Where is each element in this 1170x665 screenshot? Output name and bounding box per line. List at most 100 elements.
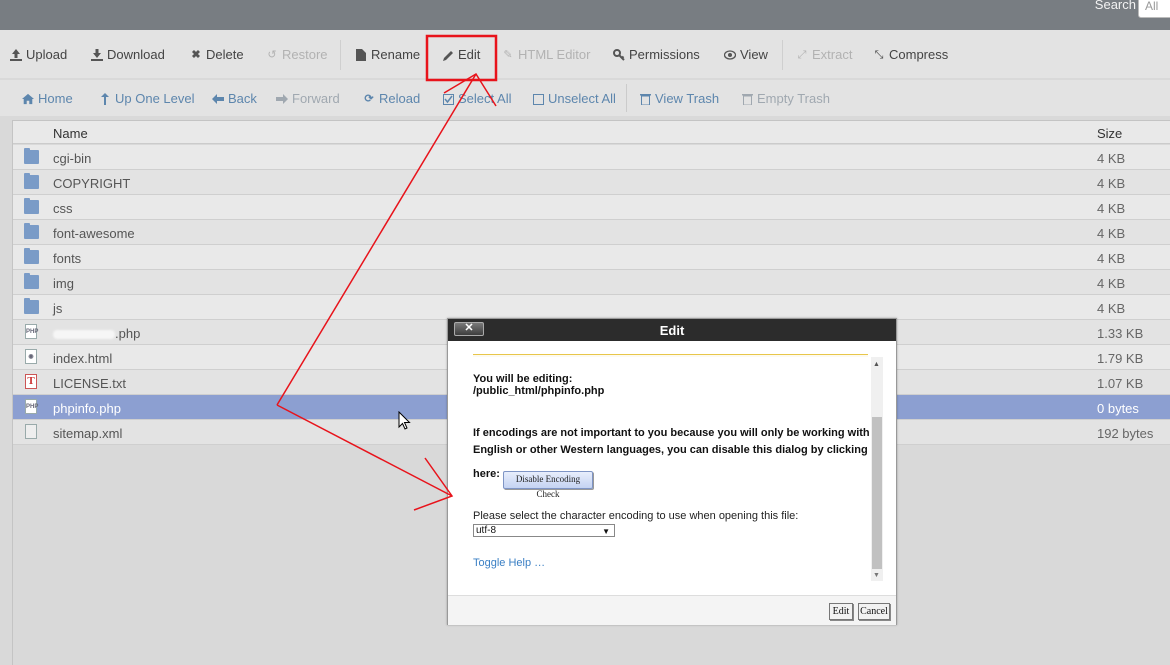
dialog-edit-button[interactable]: Edit — [829, 603, 853, 620]
file-icon — [355, 49, 367, 61]
disable-encoding-check-button[interactable]: Disable Encoding Check — [503, 471, 593, 499]
table-row[interactable]: cgi-bin 4 KB — [13, 145, 1170, 170]
dialog-body: You will be editing: /public_html/phpinf… — [450, 343, 883, 593]
up-one-level-label: Up One Level — [115, 91, 195, 106]
undo-icon: ↺ — [267, 49, 277, 61]
table-row[interactable]: js 4 KB — [13, 295, 1170, 320]
upload-icon — [10, 49, 22, 61]
refresh-icon: ⟳ — [364, 93, 374, 105]
file-size: 4 KB — [1097, 201, 1126, 216]
view-label: View — [740, 47, 768, 62]
dialog-cancel-button[interactable]: Cancel — [858, 603, 890, 620]
edit-button[interactable]: Edit — [442, 46, 480, 64]
folder-icon — [24, 273, 39, 289]
file-size: 1.79 KB — [1097, 351, 1144, 366]
top-bar: Search All — [0, 0, 1170, 30]
toolbar-divider — [782, 40, 783, 70]
table-row[interactable]: fonts 4 KB — [13, 245, 1170, 270]
text-file-icon: T — [25, 374, 37, 389]
compress-label: Compress — [889, 47, 949, 62]
file-name-suffix: .php — [115, 326, 141, 341]
select-all-button[interactable]: Select All — [442, 90, 511, 108]
edit-icon: ✎ — [503, 49, 513, 61]
arrow-right-icon — [276, 93, 288, 105]
file-name: sitemap.xml — [53, 426, 123, 441]
folder-icon — [24, 248, 39, 264]
rename-label: Rename — [371, 47, 421, 62]
permissions-button[interactable]: Permissions — [613, 46, 700, 64]
restore-button[interactable]: ↺ Restore — [266, 46, 328, 64]
edit-label: Edit — [458, 47, 481, 62]
dialog-scrollbar[interactable]: ▲ ▼ — [871, 357, 883, 581]
search-scope-select[interactable]: All — [1138, 0, 1170, 18]
column-header-name[interactable]: Name — [53, 126, 88, 141]
html-editor-label: HTML Editor — [518, 47, 591, 62]
key-icon — [613, 49, 625, 61]
toggle-help-link[interactable]: Toggle Help … — [473, 557, 545, 569]
home-label: Home — [38, 91, 73, 106]
extract-button[interactable]: ⤢ Extract — [796, 46, 853, 64]
table-row[interactable]: css 4 KB — [13, 195, 1170, 220]
folder-icon — [24, 198, 39, 214]
scroll-down-icon[interactable]: ▼ — [873, 572, 880, 579]
file-size: 192 bytes — [1097, 426, 1154, 441]
encoding-note-line-2: English or other Western languages, you … — [473, 444, 868, 456]
download-label: Download — [107, 47, 165, 62]
folder-icon — [24, 148, 39, 164]
download-button[interactable]: Download — [91, 46, 165, 64]
folder-icon — [24, 298, 39, 314]
column-header-size[interactable]: Size — [1097, 126, 1122, 141]
encoding-note-line-1: If encodings are not important to you be… — [473, 427, 870, 439]
empty-trash-label: Empty Trash — [757, 91, 830, 106]
file-name: js — [53, 301, 63, 316]
reload-label: Reload — [379, 91, 421, 106]
table-row[interactable]: font-awesome 4 KB — [13, 220, 1170, 245]
delete-button[interactable]: ✖ Delete — [190, 46, 244, 64]
redacted-text — [53, 330, 115, 340]
empty-trash-button[interactable]: Empty Trash — [741, 90, 830, 108]
file-size: 0 bytes — [1097, 401, 1139, 416]
file-name: cgi-bin — [53, 151, 92, 166]
file-size: 4 KB — [1097, 176, 1126, 191]
file-actions-toolbar: Upload Download ✖ Delete ↺ Restore Renam… — [0, 30, 1170, 78]
back-button[interactable]: Back — [212, 90, 257, 108]
extract-label: Extract — [812, 47, 853, 62]
scrollbar-thumb[interactable] — [872, 417, 882, 569]
arrow-up-icon — [99, 93, 111, 105]
compress-button[interactable]: ⤡ Compress — [873, 46, 949, 64]
html-editor-button[interactable]: ✎ HTML Editor — [502, 46, 590, 64]
file-size: 4 KB — [1097, 226, 1126, 241]
forward-button[interactable]: Forward — [276, 90, 340, 108]
home-icon — [22, 93, 34, 105]
view-trash-button[interactable]: View Trash — [639, 90, 719, 108]
table-row[interactable]: COPYRIGHT 4 KB — [13, 170, 1170, 195]
pencil-icon — [442, 49, 454, 61]
back-label: Back — [228, 91, 257, 106]
table-row[interactable]: img 4 KB — [13, 270, 1170, 295]
checkbox-checked-icon — [442, 93, 454, 105]
edit-encoding-dialog: ✕ Edit You will be editing: /public_html… — [447, 318, 897, 625]
file-name: fonts — [53, 251, 82, 266]
select-all-label: Select All — [458, 91, 512, 106]
mouse-cursor-icon — [398, 411, 411, 430]
view-button[interactable]: View — [724, 46, 768, 64]
editing-path: /public_html/phpinfo.php — [473, 385, 605, 397]
home-button[interactable]: Home — [22, 90, 73, 108]
php-file-icon: PHP — [25, 399, 38, 414]
file-size: 4 KB — [1097, 301, 1126, 316]
rename-button[interactable]: Rename — [355, 46, 420, 64]
encoding-select-value: utf-8 — [476, 525, 497, 536]
dialog-header: ✕ Edit — [448, 319, 896, 341]
dropdown-arrow-icon: ▼ — [602, 527, 610, 536]
xml-file-icon — [25, 424, 37, 439]
unselect-all-button[interactable]: Unselect All — [532, 90, 616, 108]
up-one-level-button[interactable]: Up One Level — [99, 90, 195, 108]
reload-button[interactable]: ⟳ Reload — [363, 90, 420, 108]
encoding-select[interactable]: utf-8 ▼ — [473, 524, 615, 537]
restore-label: Restore — [282, 47, 328, 62]
scroll-up-icon[interactable]: ▲ — [873, 361, 880, 368]
search-label: Search — [1094, 0, 1136, 12]
download-icon — [91, 49, 103, 61]
upload-button[interactable]: Upload — [10, 46, 67, 64]
delete-label: Delete — [206, 47, 244, 62]
